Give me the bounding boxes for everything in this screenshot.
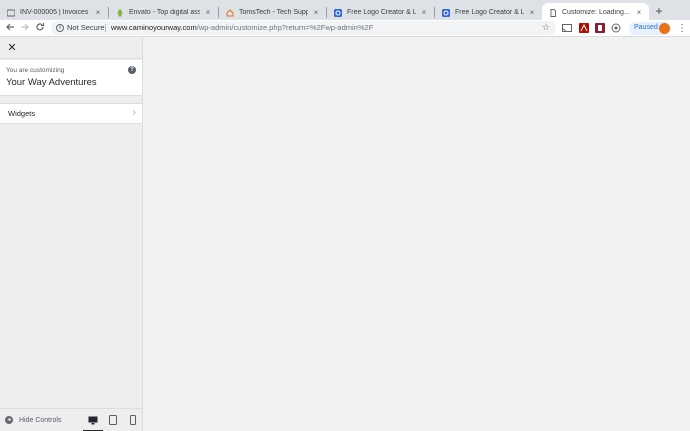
forward-button[interactable]	[19, 22, 31, 34]
tab-title: Customize: Loading...	[562, 9, 630, 16]
site-title: Your Way Adventures	[6, 77, 97, 88]
customizer-header: ✕	[0, 37, 142, 59]
star-icon[interactable]: ☆	[542, 22, 550, 33]
mobile-preview-icon[interactable]	[127, 414, 139, 426]
security-label[interactable]: Not Secure	[67, 23, 105, 32]
customizer-info: You are customizing Your Way Adventures …	[0, 60, 142, 96]
bookmark-extension-icon[interactable]	[595, 23, 605, 33]
avatar	[659, 23, 670, 34]
customizer-footer: ◂ Hide Controls	[0, 408, 142, 431]
close-icon[interactable]: ×	[312, 8, 320, 17]
more-menu-icon[interactable]: ⋮	[677, 23, 687, 34]
close-icon[interactable]: ×	[635, 8, 643, 17]
help-icon[interactable]: ?	[128, 66, 136, 74]
back-button[interactable]	[4, 22, 16, 34]
house-icon	[226, 8, 234, 17]
hide-controls-label: Hide Controls	[19, 416, 62, 424]
tab-title: Free Logo Creator & Logo Generator	[347, 9, 416, 16]
close-icon[interactable]: ×	[420, 8, 428, 17]
collapse-icon: ◂	[5, 416, 13, 424]
hide-controls-button[interactable]: ◂ Hide Controls	[5, 415, 61, 425]
envato-leaf-icon	[116, 8, 124, 17]
url-path: /wp-admin/customize.php?return=%2Fwp-adm…	[196, 23, 374, 32]
customizing-label: You are customizing	[6, 67, 65, 74]
section-label: Widgets	[8, 109, 36, 118]
close-icon[interactable]: ×	[528, 8, 536, 17]
reload-button[interactable]	[34, 22, 46, 34]
address-bar[interactable]: i Not Secure www.caminoyourway.com/wp-ad…	[51, 21, 556, 35]
close-customizer-button[interactable]: ✕	[6, 41, 18, 55]
customizer-sidebar: ✕ You are customizing Your Way Adventure…	[0, 37, 143, 431]
tab-strip: INV-000005 | Invoices | Zoho × Envato - …	[0, 0, 690, 22]
tab-title: Free Logo Creator & Logo Generator	[455, 9, 524, 16]
new-tab-button[interactable]: +	[653, 4, 665, 18]
url-domain: www.caminoyourway.com	[111, 23, 197, 32]
profile-status: Paused	[634, 24, 658, 31]
cast-icon[interactable]	[562, 23, 572, 33]
close-icon[interactable]: ×	[204, 8, 212, 17]
tablet-preview-icon[interactable]	[107, 414, 119, 426]
logo-creator-icon	[442, 8, 450, 17]
tab-title: TomsTech - Tech Support Services	[239, 9, 308, 16]
extension-circle-icon[interactable]	[611, 23, 621, 33]
tab-title: INV-000005 | Invoices | Zoho	[20, 9, 90, 16]
tab-title: Envato - Top digital assets and	[129, 9, 200, 16]
address-divider	[105, 24, 106, 32]
url-text[interactable]: www.caminoyourway.com/wp-admin/customize…	[111, 23, 373, 32]
close-icon[interactable]: ×	[94, 8, 102, 17]
document-icon	[549, 8, 557, 17]
profile-paused-button[interactable]: Paused	[629, 22, 671, 35]
logo-creator-icon	[334, 8, 342, 17]
desktop-preview-icon[interactable]	[83, 414, 103, 431]
info-icon[interactable]: i	[56, 24, 64, 32]
site-preview	[143, 37, 690, 431]
chevron-right-icon: ›	[132, 107, 136, 118]
section-widgets[interactable]: Widgets ›	[0, 103, 142, 124]
zoho-icon	[7, 9, 15, 17]
browser-toolbar: i Not Secure www.caminoyourway.com/wp-ad…	[0, 20, 690, 37]
pdf-extension-icon[interactable]	[579, 23, 589, 33]
